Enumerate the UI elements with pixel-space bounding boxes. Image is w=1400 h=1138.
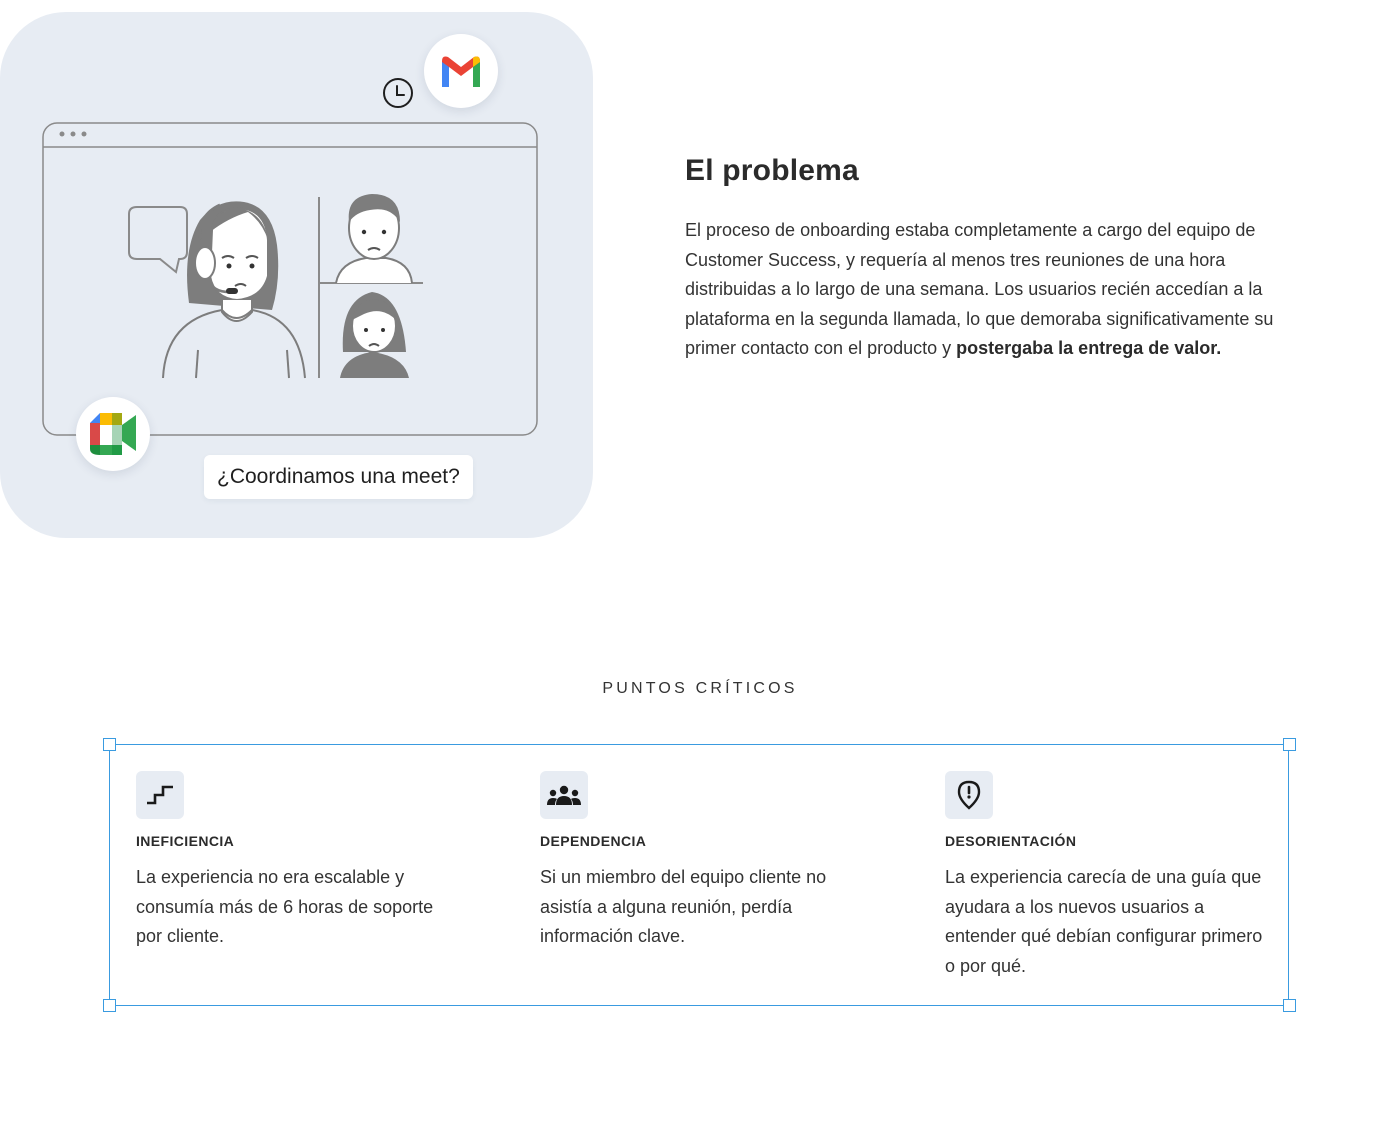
stairs-icon xyxy=(147,785,173,805)
google-meet-badge xyxy=(76,397,150,471)
gmail-icon xyxy=(442,56,480,87)
critical-heading: DEPENDENCIA xyxy=(540,833,647,849)
speech-bubble-icon xyxy=(128,206,188,274)
problem-section: El problema El proceso de onboarding est… xyxy=(685,154,1305,364)
clock-icon xyxy=(383,78,413,108)
meet-question-bubble: ¿Coordinamos una meet? xyxy=(204,455,473,499)
illustration-card: ¿Coordinamos una meet? xyxy=(0,12,593,538)
problem-description: El proceso de onboarding estaba completa… xyxy=(685,216,1305,364)
participant-woman-figure xyxy=(340,292,409,378)
gmail-badge xyxy=(424,34,498,108)
critical-card-inefficiency: INEFICIENCIA La experiencia no era escal… xyxy=(136,771,456,952)
location-alert-icon xyxy=(957,780,981,810)
group-icon-tile xyxy=(540,771,588,819)
selection-handle-top-right[interactable] xyxy=(1283,738,1296,751)
participant-man-figure xyxy=(335,194,413,284)
critical-card-dependency: DEPENDENCIA Si un miembro del equipo cli… xyxy=(540,771,860,952)
critical-points-title: PUNTOS CRÍTICOS xyxy=(602,680,798,697)
problem-emphasis: postergaba la entrega de valor. xyxy=(956,338,1222,359)
critical-text: Si un miembro del equipo cliente no asis… xyxy=(540,867,827,947)
group-icon xyxy=(547,785,581,805)
location-alert-icon-tile xyxy=(945,771,993,819)
support-agent-figure xyxy=(162,201,306,379)
critical-text: La experiencia no era escalable y consum… xyxy=(136,867,434,947)
google-meet-icon xyxy=(90,413,136,455)
critical-heading: DESORIENTACIÓN xyxy=(945,833,1077,849)
selection-handle-bottom-left[interactable] xyxy=(103,999,116,1012)
selection-handle-bottom-right[interactable] xyxy=(1283,999,1296,1012)
browser-window xyxy=(42,122,538,436)
critical-heading: INEFICIENCIA xyxy=(136,833,235,849)
stairs-icon-tile xyxy=(136,771,184,819)
problem-title: El problema xyxy=(685,154,859,187)
critical-text: La experiencia carecía de una guía que a… xyxy=(945,867,1263,976)
critical-card-disorientation: DESORIENTACIÓN La experiencia carecía de… xyxy=(945,771,1265,981)
selection-handle-top-left[interactable] xyxy=(103,738,116,751)
